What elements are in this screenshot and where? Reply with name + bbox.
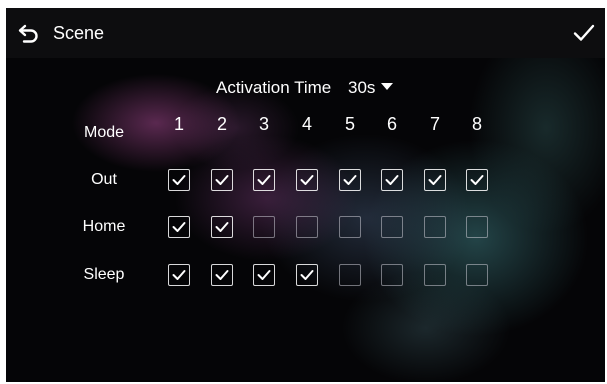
column-number-6: 6 — [386, 114, 397, 134]
column-number-7: 7 — [429, 114, 440, 134]
column-number-3: 3 — [258, 114, 269, 134]
checkmark-icon — [573, 24, 595, 41]
page-title: Scene — [53, 23, 105, 43]
scene-screen: Scene Activation Time 30s Mode 1 2 3 4 5 6 7 8 O… — [6, 8, 605, 382]
back-button[interactable] — [16, 20, 42, 46]
check-icon — [470, 175, 484, 185]
row-label-out: Out — [91, 171, 117, 188]
row-label-sleep: Sleep — [83, 266, 125, 283]
column-number-5: 5 — [344, 114, 355, 134]
checkbox-out-7[interactable] — [424, 169, 446, 191]
checkbox-sleep-5[interactable] — [339, 264, 361, 286]
column-number-8: 8 — [471, 114, 482, 134]
checkbox-out-3[interactable] — [253, 169, 275, 191]
check-icon — [300, 175, 314, 185]
checkbox-home-5[interactable] — [339, 216, 361, 238]
checkbox-sleep-8[interactable] — [466, 264, 488, 286]
checkbox-out-1[interactable] — [168, 169, 190, 191]
activation-time: Activation Time 30s — [216, 78, 394, 98]
column-number-2: 2 — [216, 114, 227, 134]
confirm-button[interactable] — [571, 20, 597, 46]
check-icon — [172, 270, 186, 280]
back-arrow-icon — [18, 24, 38, 43]
checkbox-home-3[interactable] — [253, 216, 275, 238]
check-icon — [215, 175, 229, 185]
column-number-4: 4 — [301, 114, 312, 134]
checkbox-sleep-6[interactable] — [381, 264, 403, 286]
check-icon — [343, 175, 357, 185]
checkbox-home-2[interactable] — [211, 216, 233, 238]
check-icon — [172, 175, 186, 185]
check-icon — [300, 270, 314, 280]
activation-time-label: Activation Time — [216, 78, 332, 97]
checkbox-home-7[interactable] — [424, 216, 446, 238]
mode-header: Mode — [83, 124, 125, 141]
check-icon — [257, 270, 271, 280]
checkbox-sleep-4[interactable] — [296, 264, 318, 286]
check-icon — [172, 222, 186, 232]
checkbox-sleep-3[interactable] — [253, 264, 275, 286]
check-icon — [215, 270, 229, 280]
check-icon — [257, 175, 271, 185]
checkbox-sleep-1[interactable] — [168, 264, 190, 286]
smoke-background — [6, 8, 605, 382]
checkbox-home-1[interactable] — [168, 216, 190, 238]
checkbox-home-6[interactable] — [381, 216, 403, 238]
activation-time-value: 30s — [348, 78, 376, 97]
activation-time-dropdown[interactable]: 30s — [348, 78, 394, 97]
checkbox-out-2[interactable] — [211, 169, 233, 191]
check-icon — [385, 175, 399, 185]
checkbox-home-4[interactable] — [296, 216, 318, 238]
checkbox-home-8[interactable] — [466, 216, 488, 238]
checkbox-sleep-2[interactable] — [211, 264, 233, 286]
header-bar: Scene — [6, 8, 605, 58]
checkbox-out-6[interactable] — [381, 169, 403, 191]
checkbox-sleep-7[interactable] — [424, 264, 446, 286]
checkbox-out-8[interactable] — [466, 169, 488, 191]
checkbox-out-4[interactable] — [296, 169, 318, 191]
row-label-home: Home — [82, 218, 126, 235]
check-icon — [215, 222, 229, 232]
dropdown-caret-icon — [381, 83, 394, 90]
column-number-1: 1 — [173, 114, 184, 134]
check-icon — [428, 175, 442, 185]
checkbox-out-5[interactable] — [339, 169, 361, 191]
